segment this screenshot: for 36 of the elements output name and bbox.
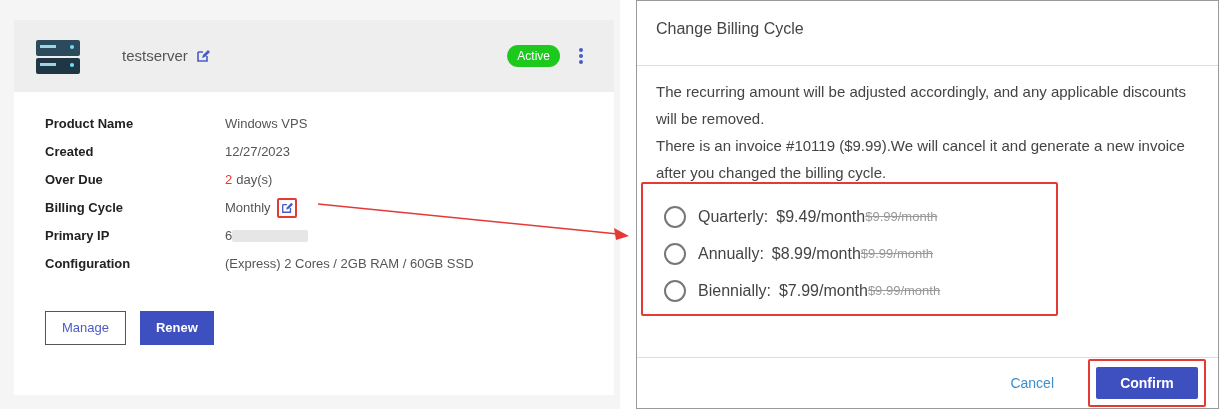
option-price: $8.99/month <box>771 244 861 264</box>
server-name: testserver <box>122 45 188 66</box>
edit-icon[interactable] <box>195 49 210 63</box>
field-value: 6 <box>225 226 233 245</box>
field-label: Created <box>45 142 95 161</box>
field-value: Monthly <box>225 198 271 217</box>
field-label: Billing Cycle <box>45 198 125 217</box>
field-value: 12/27/2023 <box>225 142 291 161</box>
cancel-button[interactable]: Cancel <box>1010 372 1054 394</box>
old-price: $9.99/month <box>867 282 941 301</box>
option-label: Biennially: <box>698 281 771 301</box>
field-label: Product Name <box>45 114 135 133</box>
option-price: $7.99/month <box>778 281 868 301</box>
confirm-button[interactable]: Confirm <box>1096 367 1198 399</box>
radio-button[interactable] <box>664 243 686 265</box>
radio-button[interactable] <box>664 280 686 302</box>
field-value: day(s) <box>236 170 273 189</box>
renew-button[interactable]: Renew <box>140 311 214 345</box>
field-label: Primary IP <box>45 226 111 245</box>
option-label: Quarterly: <box>698 207 769 227</box>
field-value: (Express) 2 Cores / 2GB RAM / 60GB SSD <box>225 254 474 273</box>
field-label: Configuration <box>45 254 132 273</box>
status-badge: Active <box>507 45 560 67</box>
field-value: Windows VPS <box>225 114 308 133</box>
old-price: $9.99/month <box>860 245 934 264</box>
manage-button[interactable]: Manage <box>45 311 126 345</box>
option-price: $9.49/month <box>776 207 866 227</box>
radio-button[interactable] <box>664 206 686 228</box>
old-price: $9.99/month <box>865 208 938 227</box>
dialog-message: There is an invoice #10119 ($9.99).We will cancel it and generate a new invoice after you changed the billing cycle. <box>656 136 1186 183</box>
overdue-count: 2 <box>225 170 233 189</box>
option-label: Annually: <box>698 244 764 264</box>
dialog-message: The recurring amount will be adjusted accordingly, and any applicable discounts will be removed. <box>656 82 1188 129</box>
field-label: Over Due <box>45 170 104 189</box>
more-icon[interactable] <box>578 47 584 65</box>
dialog-title: Change Billing Cycle <box>655 19 805 39</box>
